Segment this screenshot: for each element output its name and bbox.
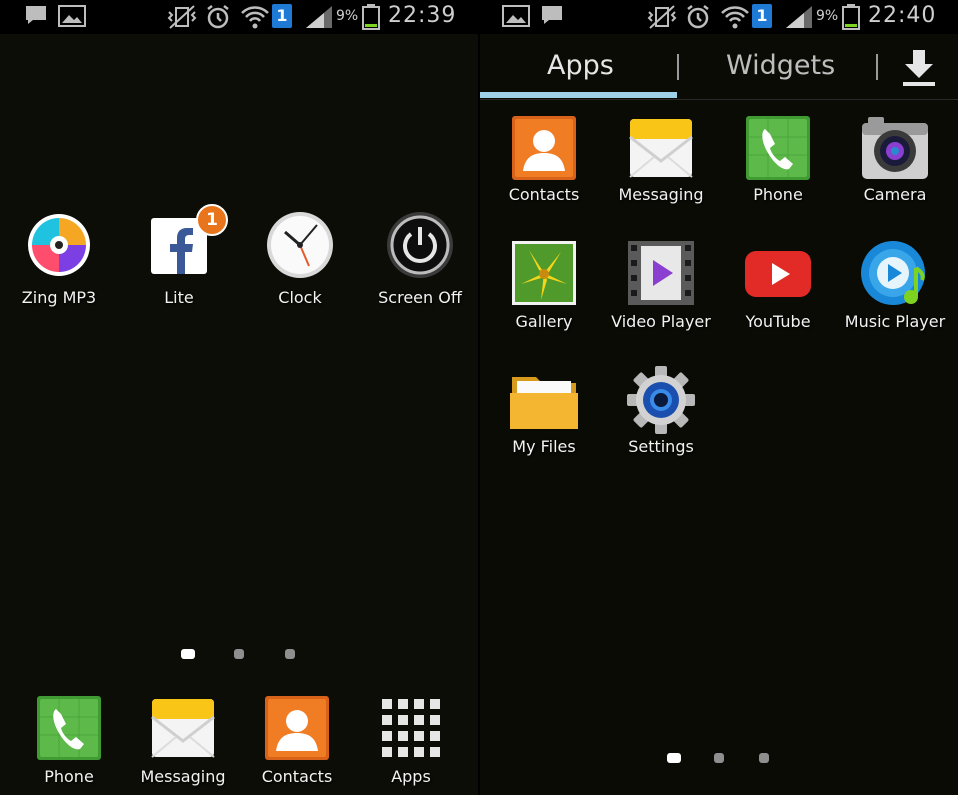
chat-notification-icon (542, 6, 562, 24)
app-grid-icon (382, 699, 440, 757)
app-label: My Files (512, 437, 576, 456)
gallery-notification-icon (502, 5, 530, 27)
zing-mp3-icon (28, 214, 90, 276)
app-label: YouTube (745, 312, 811, 331)
music-player-icon (861, 241, 925, 305)
status-time: 22:39 (388, 3, 457, 28)
tab-apps[interactable]: Apps (547, 50, 614, 81)
app-label: Clock (278, 288, 322, 307)
page-indicator-dot-active[interactable] (667, 753, 681, 763)
page-indicator-dot[interactable] (285, 649, 295, 659)
status-bar[interactable]: 1 9% 22:40 (480, 0, 958, 34)
app-label: Gallery (515, 312, 573, 331)
wifi-icon (241, 6, 269, 29)
power-icon (387, 212, 453, 278)
drawer-tabs: Apps Widgets (480, 34, 958, 100)
vibrate-mute-icon (647, 5, 677, 29)
app-label: Contacts (508, 185, 580, 204)
tab-active-indicator (480, 92, 677, 98)
settings-gear-icon (627, 366, 695, 434)
page-indicator-dot[interactable] (714, 753, 724, 763)
battery-percent: 9% (336, 8, 359, 24)
gallery-icon (512, 241, 576, 305)
phone-icon (746, 116, 810, 180)
vibrate-mute-icon (167, 5, 197, 29)
tab-separator (876, 54, 878, 80)
app-label: Settings (628, 437, 694, 456)
app-label: Phone (44, 767, 94, 786)
app-label: Screen Off (378, 288, 462, 307)
notification-badge: 1 (196, 204, 228, 236)
app-label: Apps (391, 767, 431, 786)
app-label: Lite (164, 288, 194, 307)
alarm-icon (207, 5, 229, 29)
app-label: Contacts (261, 767, 333, 786)
camera-icon (862, 117, 928, 179)
app-label: Video Player (611, 312, 711, 331)
status-time: 22:40 (868, 3, 937, 28)
app-label: Music Player (844, 312, 946, 331)
battery-icon (362, 4, 380, 30)
home-screen: 1 9% 22:39 Zing MP3 1 Lite Clock Screen … (0, 0, 478, 795)
clock-icon (267, 212, 333, 278)
alarm-icon (687, 5, 709, 29)
status-bar[interactable]: 1 9% 22:39 (0, 0, 478, 34)
sim-badge: 1 (752, 4, 772, 28)
app-label: Camera (863, 185, 927, 204)
signal-strength-icon (306, 6, 332, 28)
messaging-icon (629, 119, 693, 178)
app-label: Zing MP3 (21, 288, 97, 307)
contacts-icon (512, 116, 576, 180)
youtube-icon (745, 251, 811, 297)
download-icon[interactable] (902, 48, 936, 88)
battery-percent: 9% (816, 8, 839, 24)
app-label: Phone (753, 185, 803, 204)
tab-widgets[interactable]: Widgets (726, 50, 835, 81)
messaging-icon (151, 699, 215, 758)
video-player-icon (628, 241, 694, 305)
page-indicator-dot-active[interactable] (181, 649, 195, 659)
contacts-icon (265, 696, 329, 760)
chat-notification-icon (26, 6, 46, 24)
tab-separator (677, 54, 679, 80)
phone-icon (37, 696, 101, 760)
folder-icon (510, 377, 578, 429)
signal-strength-icon (786, 6, 812, 28)
app-label: Messaging (140, 767, 226, 786)
page-indicator-dot[interactable] (234, 649, 244, 659)
app-label: Messaging (618, 185, 704, 204)
wifi-icon (721, 6, 749, 29)
page-indicator-dot[interactable] (759, 753, 769, 763)
sim-badge: 1 (272, 4, 292, 28)
battery-icon (842, 4, 860, 30)
app-drawer-screen: 1 9% 22:40 Apps Widgets Contacts Messagi… (480, 0, 958, 795)
gallery-notification-icon (58, 5, 86, 27)
